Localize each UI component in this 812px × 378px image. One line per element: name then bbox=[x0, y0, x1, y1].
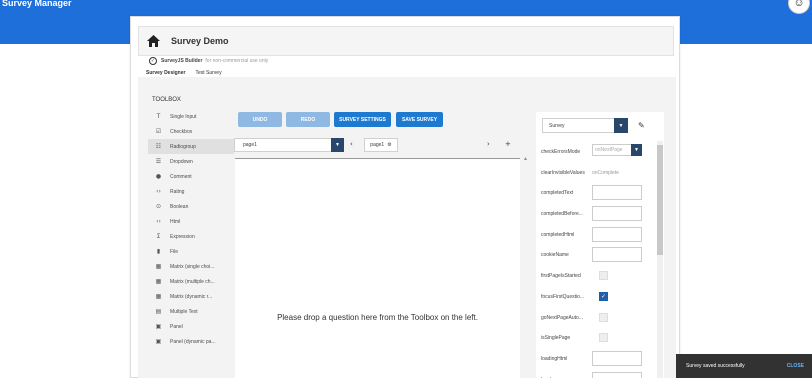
rating-icon: ‹› bbox=[156, 188, 161, 195]
design-canvas[interactable]: Please drop a question here from the Too… bbox=[235, 158, 520, 378]
completed-before-input[interactable] bbox=[592, 206, 642, 222]
tab-test-survey[interactable]: Test Survey bbox=[192, 69, 224, 77]
html-icon: ‹› bbox=[156, 218, 161, 225]
toolbox-item-file[interactable]: ▮ File bbox=[148, 244, 234, 259]
matrix-icon: ▦ bbox=[155, 263, 162, 270]
chevron-down-icon: ▼ bbox=[331, 138, 344, 152]
toolbox-item-comment[interactable]: ● Comment bbox=[148, 169, 234, 184]
drop-placeholder: Please drop a question here from the Too… bbox=[277, 313, 478, 322]
loading-html-input[interactable] bbox=[592, 350, 642, 366]
radiogroup-icon: ☷ bbox=[155, 143, 162, 150]
matrix-icon: ▦ bbox=[155, 278, 162, 285]
matrix-icon: ▦ bbox=[155, 293, 162, 300]
action-toolbar: UNDO REDO SURVEY SETTINGS SAVE SURVEY bbox=[238, 112, 443, 127]
clear-invisible-values-value[interactable]: onComplete bbox=[592, 170, 619, 176]
home-icon[interactable] bbox=[146, 34, 160, 48]
go-next-page-auto-checkbox[interactable] bbox=[599, 312, 608, 322]
file-icon: ▮ bbox=[156, 248, 161, 255]
toolbox-item-panel[interactable]: ▣ Panel bbox=[148, 319, 234, 334]
expression-icon: Σ bbox=[156, 233, 161, 240]
surveyjs-logo-icon: ✓ bbox=[149, 57, 157, 65]
collapse-panel-icon[interactable]: ▲ bbox=[523, 156, 528, 162]
text-icon: T bbox=[156, 113, 161, 120]
first-page-started-checkbox[interactable] bbox=[599, 271, 608, 281]
toolbox-item-html[interactable]: ‹› Html bbox=[148, 214, 234, 229]
app-title: Survey Manager bbox=[2, 0, 72, 8]
panel-dynamic-icon: ▣ bbox=[155, 338, 162, 345]
prev-page-icon[interactable]: ‹ bbox=[350, 140, 353, 148]
toolbox-item-multiple-text[interactable]: ▤ Multiple Text bbox=[148, 304, 234, 319]
completed-text-input[interactable] bbox=[592, 185, 642, 201]
checkbox-icon: ☑ bbox=[155, 128, 162, 135]
prop-row-is-single-page: isSinglePage bbox=[536, 328, 656, 349]
prop-row-completed-html: completedHtml bbox=[536, 225, 656, 246]
prop-row-check-errors-mode: checkErrorsMode onNextPage ▼ bbox=[536, 142, 656, 163]
pencil-icon[interactable]: ✎ bbox=[638, 121, 645, 130]
prop-row-focus-first-question: focusFirstQuestio... ✓ bbox=[541, 291, 608, 301]
dropdown-icon: ☰ bbox=[155, 158, 162, 165]
panel-icon: ▣ bbox=[155, 323, 162, 330]
toolbox-item-matrix-dynamic[interactable]: ▦ Matrix (dynamic r... bbox=[148, 289, 234, 304]
toolbox-item-expression[interactable]: Σ Expression bbox=[148, 229, 234, 244]
toolbox-item-radiogroup[interactable]: ☷ Radiogroup bbox=[148, 139, 234, 154]
builder-name: SurveyJS Builder bbox=[161, 58, 203, 64]
next-page-icon[interactable]: › bbox=[487, 140, 490, 148]
toast-notification: Survey saved successfully CLOSE bbox=[676, 354, 812, 378]
property-grid: checkErrorsMode onNextPage ▼ clearInvisibl… bbox=[536, 142, 656, 378]
toolbox-item-rating[interactable]: ‹› Rating bbox=[148, 184, 234, 199]
completed-html-input[interactable] bbox=[592, 226, 642, 242]
demo-header: Survey Demo bbox=[138, 26, 674, 56]
demo-title: Survey Demo bbox=[171, 36, 229, 46]
toolbox-list: T Single Input ☑ Checkbox ☷ Radiogroup ☰ Dro… bbox=[148, 109, 234, 349]
chevron-down-icon: ▼ bbox=[631, 144, 642, 156]
prop-row-completed-text: completedText bbox=[536, 183, 656, 204]
property-scrollbar[interactable] bbox=[657, 141, 663, 378]
builder-note: for non-commercial use only bbox=[205, 58, 269, 64]
survey-settings-button[interactable]: SURVEY SETTINGS bbox=[334, 112, 391, 127]
gear-icon[interactable]: ⚙ bbox=[387, 142, 391, 148]
locale-input[interactable] bbox=[592, 371, 642, 378]
boolean-icon: ⊙ bbox=[155, 203, 162, 210]
multiple-text-icon: ▤ bbox=[155, 308, 162, 315]
prop-row-loading-html: loadingHtml bbox=[536, 349, 656, 370]
prop-row-completed-before: completedBefore... bbox=[536, 204, 656, 225]
prop-row-go-next-page-auto: goNextPageAuto... bbox=[536, 308, 656, 329]
chevron-down-icon: ▼ bbox=[614, 118, 628, 133]
toolbox-item-dropdown[interactable]: ☰ Dropdown bbox=[148, 154, 234, 169]
prop-row-clear-invisible-values: clearInvisibleValues onComplete bbox=[541, 169, 619, 176]
toolbox-title: TOOLBOX bbox=[152, 97, 181, 103]
prop-row-locale: locale bbox=[536, 370, 656, 378]
focus-first-question-checkbox[interactable]: ✓ bbox=[599, 291, 608, 301]
toolbox-item-single-input[interactable]: T Single Input bbox=[148, 109, 234, 124]
add-page-icon[interactable]: + bbox=[505, 140, 511, 148]
is-single-page-checkbox[interactable] bbox=[599, 333, 608, 343]
scroll-thumb[interactable] bbox=[657, 145, 663, 255]
toast-close-button[interactable]: CLOSE bbox=[787, 363, 804, 369]
builder-banner: ✓ SurveyJS Builder for non-commercial us… bbox=[149, 57, 268, 65]
designer-tabs: Survey Designer Test Survey bbox=[143, 69, 229, 77]
toolbox-item-matrix-single[interactable]: ▦ Matrix (single choi... bbox=[148, 259, 234, 274]
page-navigator: page1 ▼ ‹ page1 ⚙ › + bbox=[234, 138, 520, 154]
toolbox-item-matrix-multiple[interactable]: ▦ Matrix (multiple ch... bbox=[148, 274, 234, 289]
cookie-name-input[interactable] bbox=[592, 247, 642, 263]
tab-survey-designer[interactable]: Survey Designer bbox=[143, 69, 188, 77]
undo-button[interactable]: UNDO bbox=[238, 112, 282, 127]
tab-page1[interactable]: page1 ⚙ bbox=[364, 138, 398, 152]
comment-icon: ● bbox=[155, 173, 162, 180]
object-select[interactable]: Survey ▼ bbox=[542, 118, 628, 133]
toolbox-item-checkbox[interactable]: ☑ Checkbox bbox=[148, 124, 234, 139]
property-grid-panel: Survey ▼ ✎ checkErrorsMode onNextPage ▼ cl… bbox=[536, 112, 664, 378]
user-avatar-icon[interactable]: ☺ bbox=[788, 0, 810, 14]
toolbox-item-panel-dynamic[interactable]: ▣ Panel (dynamic pa... bbox=[148, 334, 234, 349]
toast-message: Survey saved successfully bbox=[686, 363, 745, 369]
page-select[interactable]: page1 ▼ bbox=[234, 138, 344, 152]
prop-row-cookie-name: cookieName bbox=[536, 245, 656, 266]
prop-row-first-page-is-started: firstPageIsStarted bbox=[536, 266, 656, 287]
redo-button[interactable]: REDO bbox=[286, 112, 330, 127]
toolbox-item-boolean[interactable]: ⊙ Boolean bbox=[148, 199, 234, 214]
save-survey-button[interactable]: SAVE SURVEY bbox=[396, 112, 443, 127]
check-errors-mode-select[interactable]: onNextPage ▼ bbox=[592, 144, 642, 156]
builder-frame: Survey Demo ✓ SurveyJS Builder for non-c… bbox=[130, 16, 680, 378]
designer-workspace: TOOLBOX T Single Input ☑ Checkbox ☷ Radiogr… bbox=[138, 77, 676, 378]
